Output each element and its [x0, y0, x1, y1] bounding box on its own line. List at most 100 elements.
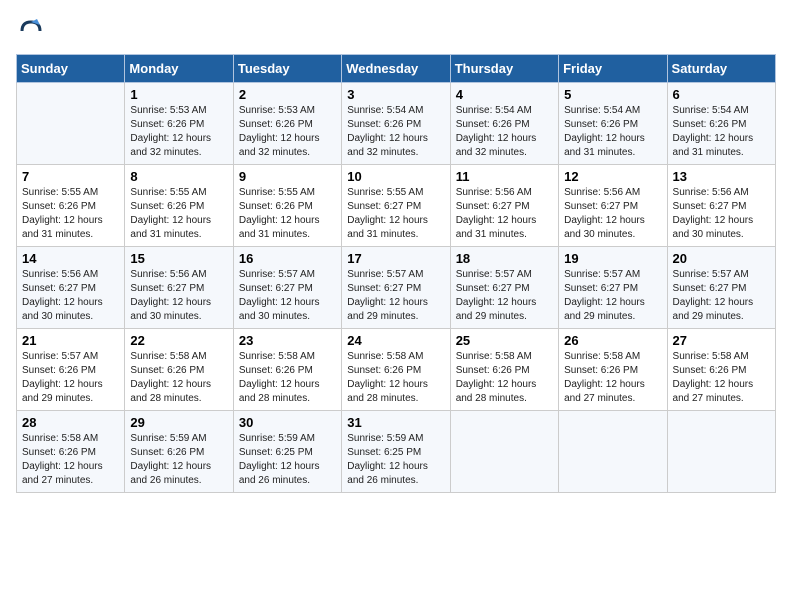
day-info: Sunrise: 5:53 AM Sunset: 6:26 PM Dayligh…: [239, 104, 336, 160]
day-number: 30: [239, 415, 336, 430]
day-number: 27: [673, 333, 770, 348]
day-info: Sunrise: 5:54 AM Sunset: 6:26 PM Dayligh…: [456, 104, 553, 160]
day-info: Sunrise: 5:55 AM Sunset: 6:27 PM Dayligh…: [347, 186, 444, 242]
calendar-cell: 5 Sunrise: 5:54 AM Sunset: 6:26 PM Daylig…: [559, 83, 667, 165]
day-number: 29: [130, 415, 227, 430]
calendar-cell: 16 Sunrise: 5:57 AM Sunset: 6:27 PM Dayli…: [233, 247, 341, 329]
calendar-cell: 10 Sunrise: 5:55 AM Sunset: 6:27 PM Dayli…: [342, 165, 450, 247]
day-number: 15: [130, 251, 227, 266]
calendar-cell: 17Sunrise: 5:57 AM Sunset: 6:27 PM Dayli…: [342, 247, 450, 329]
day-info: Sunrise: 5:57 AM Sunset: 6:27 PM Dayligh…: [564, 268, 661, 324]
day-number: 3: [347, 87, 444, 102]
calendar-cell: 6 Sunrise: 5:54 AM Sunset: 6:26 PM Daylig…: [667, 83, 775, 165]
day-info: Sunrise: 5:58 AM Sunset: 6:26 PM Dayligh…: [22, 432, 119, 488]
calendar-cell: [667, 411, 775, 493]
calendar-cell: 9Sunrise: 5:55 AM Sunset: 6:26 PM Daylig…: [233, 165, 341, 247]
day-info: Sunrise: 5:58 AM Sunset: 6:26 PM Dayligh…: [239, 350, 336, 406]
day-number: 10: [347, 169, 444, 184]
day-info: Sunrise: 5:56 AM Sunset: 6:27 PM Dayligh…: [456, 186, 553, 242]
header-day: Monday: [125, 55, 233, 83]
calendar-cell: 30 Sunrise: 5:59 AM Sunset: 6:25 PM Dayli…: [233, 411, 341, 493]
calendar-cell: 13Sunrise: 5:56 AM Sunset: 6:27 PM Dayli…: [667, 165, 775, 247]
day-number: 12: [564, 169, 661, 184]
day-info: Sunrise: 5:57 AM Sunset: 6:27 PM Dayligh…: [456, 268, 553, 324]
day-info: Sunrise: 5:58 AM Sunset: 6:26 PM Dayligh…: [673, 350, 770, 406]
day-info: Sunrise: 5:56 AM Sunset: 6:27 PM Dayligh…: [22, 268, 119, 324]
calendar-cell: 29Sunrise: 5:59 AM Sunset: 6:26 PM Dayli…: [125, 411, 233, 493]
calendar-week-row: 1 Sunrise: 5:53 AM Sunset: 6:26 PM Daylig…: [17, 83, 776, 165]
day-info: Sunrise: 5:55 AM Sunset: 6:26 PM Dayligh…: [130, 186, 227, 242]
day-info: Sunrise: 5:53 AM Sunset: 6:26 PM Dayligh…: [130, 104, 227, 160]
day-number: 4: [456, 87, 553, 102]
calendar-cell: 14 Sunrise: 5:56 AM Sunset: 6:27 PM Dayli…: [17, 247, 125, 329]
day-number: 23: [239, 333, 336, 348]
calendar-cell: 19 Sunrise: 5:57 AM Sunset: 6:27 PM Dayli…: [559, 247, 667, 329]
calendar-table: SundayMondayTuesdayWednesdayThursdayFrid…: [16, 54, 776, 493]
day-number: 9: [239, 169, 336, 184]
day-info: Sunrise: 5:59 AM Sunset: 6:25 PM Dayligh…: [239, 432, 336, 488]
calendar-cell: 20 Sunrise: 5:57 AM Sunset: 6:27 PM Dayli…: [667, 247, 775, 329]
calendar-cell: 7 Sunrise: 5:55 AM Sunset: 6:26 PM Daylig…: [17, 165, 125, 247]
day-info: Sunrise: 5:58 AM Sunset: 6:26 PM Dayligh…: [347, 350, 444, 406]
day-number: 17: [347, 251, 444, 266]
day-number: 14: [22, 251, 119, 266]
day-info: Sunrise: 5:56 AM Sunset: 6:27 PM Dayligh…: [564, 186, 661, 242]
calendar-cell: 4 Sunrise: 5:54 AM Sunset: 6:26 PM Daylig…: [450, 83, 558, 165]
day-number: 5: [564, 87, 661, 102]
calendar-cell: 3 Sunrise: 5:54 AM Sunset: 6:26 PM Daylig…: [342, 83, 450, 165]
calendar-cell: 2 Sunrise: 5:53 AM Sunset: 6:26 PM Daylig…: [233, 83, 341, 165]
day-number: 13: [673, 169, 770, 184]
day-number: 1: [130, 87, 227, 102]
header: [16, 16, 776, 46]
calendar-cell: 18Sunrise: 5:57 AM Sunset: 6:27 PM Dayli…: [450, 247, 558, 329]
day-number: 6: [673, 87, 770, 102]
day-number: 26: [564, 333, 661, 348]
day-number: 11: [456, 169, 553, 184]
day-number: 7: [22, 169, 119, 184]
day-info: Sunrise: 5:58 AM Sunset: 6:26 PM Dayligh…: [130, 350, 227, 406]
calendar-cell: 27 Sunrise: 5:58 AM Sunset: 6:26 PM Dayli…: [667, 329, 775, 411]
day-number: 20: [673, 251, 770, 266]
calendar-cell: 28 Sunrise: 5:58 AM Sunset: 6:26 PM Dayli…: [17, 411, 125, 493]
day-info: Sunrise: 5:58 AM Sunset: 6:26 PM Dayligh…: [564, 350, 661, 406]
day-number: 19: [564, 251, 661, 266]
day-info: Sunrise: 5:57 AM Sunset: 6:27 PM Dayligh…: [239, 268, 336, 324]
day-info: Sunrise: 5:55 AM Sunset: 6:26 PM Dayligh…: [22, 186, 119, 242]
day-info: Sunrise: 5:54 AM Sunset: 6:26 PM Dayligh…: [673, 104, 770, 160]
header-day: Friday: [559, 55, 667, 83]
calendar-cell: 26 Sunrise: 5:58 AM Sunset: 6:26 PM Dayli…: [559, 329, 667, 411]
calendar-cell: 24 Sunrise: 5:58 AM Sunset: 6:26 PM Dayli…: [342, 329, 450, 411]
calendar-cell: 25 Sunrise: 5:58 AM Sunset: 6:26 PM Dayli…: [450, 329, 558, 411]
day-info: Sunrise: 5:54 AM Sunset: 6:26 PM Dayligh…: [564, 104, 661, 160]
day-number: 2: [239, 87, 336, 102]
calendar-cell: 21Sunrise: 5:57 AM Sunset: 6:26 PM Dayli…: [17, 329, 125, 411]
header-day: Saturday: [667, 55, 775, 83]
calendar-cell: 8 Sunrise: 5:55 AM Sunset: 6:26 PM Daylig…: [125, 165, 233, 247]
day-info: Sunrise: 5:57 AM Sunset: 6:27 PM Dayligh…: [673, 268, 770, 324]
day-number: 8: [130, 169, 227, 184]
calendar-cell: 23 Sunrise: 5:58 AM Sunset: 6:26 PM Dayli…: [233, 329, 341, 411]
calendar-week-row: 7 Sunrise: 5:55 AM Sunset: 6:26 PM Daylig…: [17, 165, 776, 247]
calendar-cell: [17, 83, 125, 165]
day-info: Sunrise: 5:58 AM Sunset: 6:26 PM Dayligh…: [456, 350, 553, 406]
calendar-cell: [450, 411, 558, 493]
calendar-cell: 31Sunrise: 5:59 AM Sunset: 6:25 PM Dayli…: [342, 411, 450, 493]
day-number: 21: [22, 333, 119, 348]
day-number: 25: [456, 333, 553, 348]
day-number: 28: [22, 415, 119, 430]
day-info: Sunrise: 5:56 AM Sunset: 6:27 PM Dayligh…: [130, 268, 227, 324]
calendar-week-row: 28 Sunrise: 5:58 AM Sunset: 6:26 PM Dayli…: [17, 411, 776, 493]
day-number: 16: [239, 251, 336, 266]
calendar-week-row: 14 Sunrise: 5:56 AM Sunset: 6:27 PM Dayli…: [17, 247, 776, 329]
day-info: Sunrise: 5:54 AM Sunset: 6:26 PM Dayligh…: [347, 104, 444, 160]
calendar-cell: [559, 411, 667, 493]
logo: [16, 16, 50, 46]
day-number: 24: [347, 333, 444, 348]
calendar-cell: 11 Sunrise: 5:56 AM Sunset: 6:27 PM Dayli…: [450, 165, 558, 247]
calendar-cell: 1 Sunrise: 5:53 AM Sunset: 6:26 PM Daylig…: [125, 83, 233, 165]
header-day: Thursday: [450, 55, 558, 83]
day-info: Sunrise: 5:59 AM Sunset: 6:25 PM Dayligh…: [347, 432, 444, 488]
header-row: SundayMondayTuesdayWednesdayThursdayFrid…: [17, 55, 776, 83]
calendar-cell: 15 Sunrise: 5:56 AM Sunset: 6:27 PM Dayli…: [125, 247, 233, 329]
header-day: Wednesday: [342, 55, 450, 83]
